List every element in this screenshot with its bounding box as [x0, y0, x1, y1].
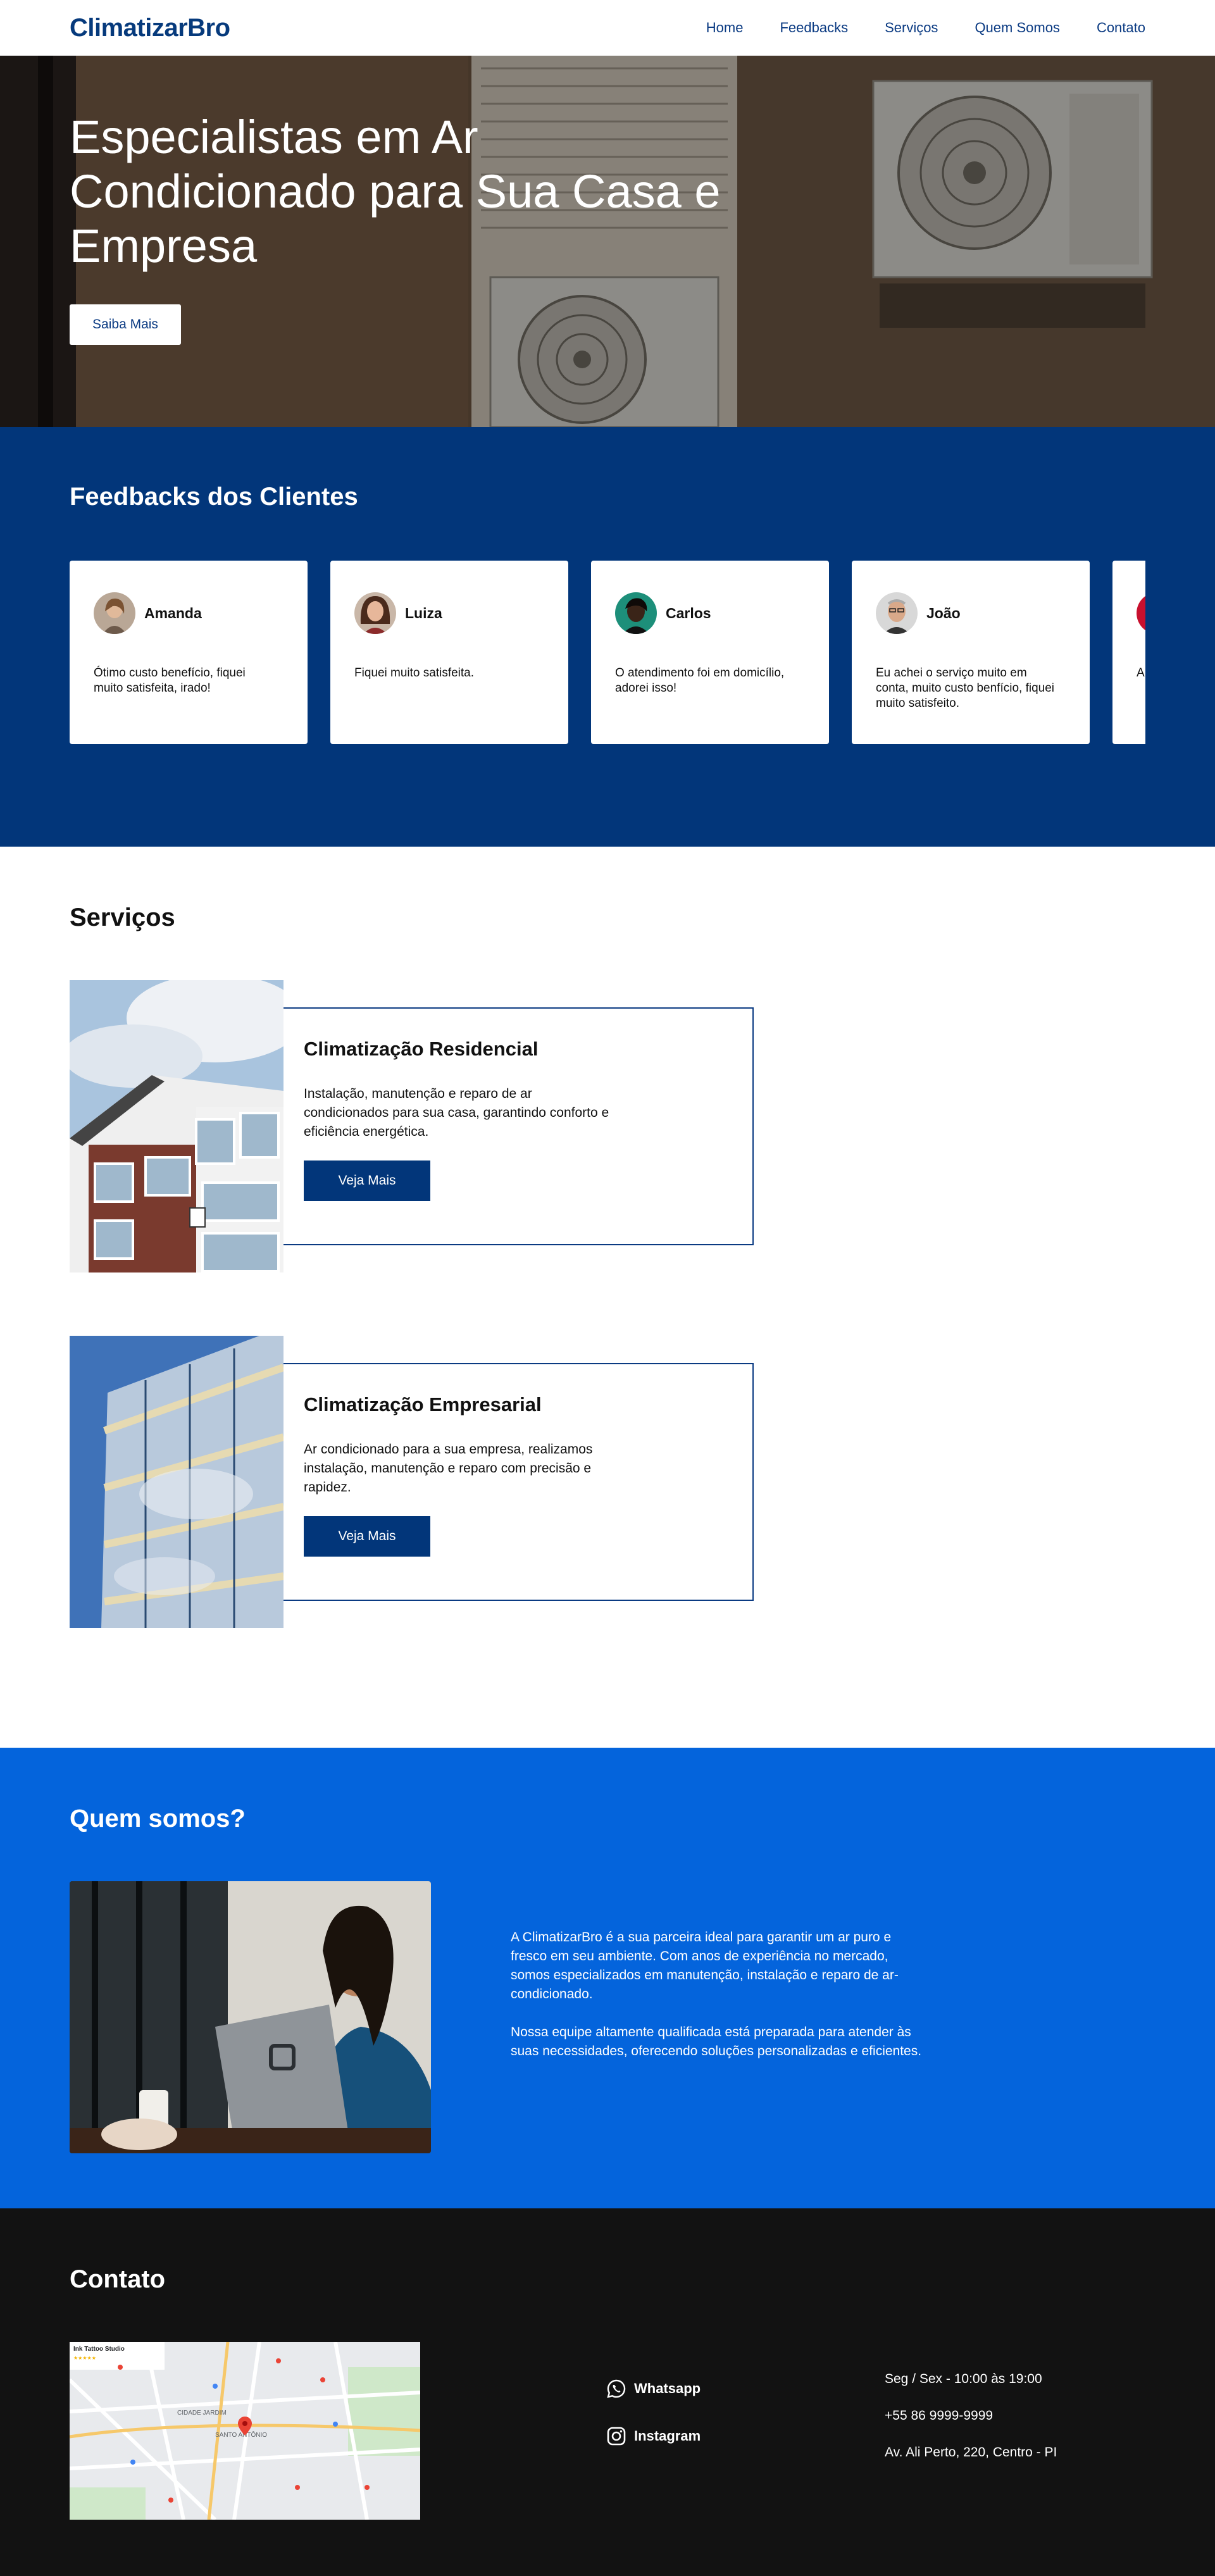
feedback-name: Carlos — [666, 604, 711, 621]
feedback-card: Carlos O atendimento foi em domicílio, a… — [591, 561, 829, 744]
map-district-label: SANTO ANTÔNIO — [215, 2430, 267, 2439]
nav-servicos[interactable]: Serviços — [885, 20, 938, 36]
whatsapp-icon — [607, 2379, 626, 2398]
feedback-card: João Eu achei o serviço muito em conta, … — [852, 561, 1090, 744]
contact-info: Seg / Sex - 10:00 às 19:00 +55 86 9999-9… — [885, 2372, 1057, 2482]
about-paragraph: A ClimatizarBro é a sua parceira ideal p… — [511, 1930, 899, 2001]
avatar — [876, 592, 918, 634]
feedback-text: Eu achei o serviço muito em conta, muito… — [876, 666, 1054, 710]
about-section: Quem somos? A ClimatizarBro é a sua parc… — [0, 1748, 1215, 2208]
feedback-name: Luiza — [405, 604, 442, 621]
residential-image — [70, 980, 284, 1272]
instagram-label: Instagram — [634, 2428, 701, 2444]
business-title: Climatização Empresarial — [304, 1393, 542, 1416]
feedbacks-title: Feedbacks dos Clientes — [70, 483, 358, 511]
business-veja-mais-button[interactable]: Veja Mais — [304, 1516, 430, 1557]
residential-title: Climatização Residencial — [304, 1038, 539, 1060]
map-district-label: CIDADE JARDIM — [177, 2410, 227, 2417]
phone-number: +55 86 9999-9999 — [885, 2408, 994, 2423]
feedback-carousel[interactable]: Amanda Ótimo custo benefício, fiquei mui… — [70, 561, 1145, 744]
main-nav: Home Feedbacks Serviços Quem Somos Conta… — [706, 20, 1145, 36]
instagram-icon — [607, 2427, 626, 2446]
map-place-label: Ink Tattoo Studio — [73, 2346, 125, 2353]
avatar — [615, 592, 657, 634]
nav-home[interactable]: Home — [706, 20, 744, 36]
feedback-text: Fiquei muito satisfeita. — [354, 666, 475, 680]
services-title: Serviços — [70, 904, 175, 931]
residential-text: Instalação, manutenção e reparo de ar co… — [304, 1086, 609, 1139]
avatar — [1137, 592, 1145, 634]
logo[interactable]: ClimatizarBro — [70, 14, 230, 42]
avatar — [94, 592, 135, 634]
contact-title: Contato — [70, 2265, 166, 2293]
location-map[interactable]: Ink Tattoo Studio ★★★★★ SANTO ANTÔNIO CI… — [70, 2342, 420, 2520]
residential-veja-mais-button[interactable]: Veja Mais — [304, 1160, 430, 1201]
about-text: A ClimatizarBro é a sua parceira ideal p… — [511, 1928, 928, 2061]
address: Av. Ali Perto, 220, Centro - PI — [885, 2445, 1057, 2460]
business-image — [70, 1336, 284, 1628]
residential-card: Climatização Residencial Instalação, man… — [284, 1007, 754, 1245]
feedback-name: João — [926, 604, 961, 621]
feedback-card: A — [1112, 561, 1145, 744]
whatsapp-label: Whatsapp — [634, 2380, 701, 2396]
contact-section: Contato Ink Tattoo Studio ★★★★★ SANTO AN… — [0, 2208, 1215, 2576]
services-section: Serviços Climatização Residencial Instal… — [0, 847, 1215, 1748]
instagram-link[interactable]: Instagram — [606, 2425, 701, 2447]
about-title: Quem somos? — [70, 1805, 246, 1832]
nav-quem-somos[interactable]: Quem Somos — [975, 20, 1060, 36]
about-paragraph: Nossa equipe altamente qualificada está … — [511, 2025, 922, 2058]
feedbacks-section: Feedbacks dos Clientes Amanda Ótimo cust… — [0, 427, 1215, 847]
business-card: Climatização Empresarial Ar condicionado… — [284, 1363, 754, 1601]
feedback-text: O atendimento foi em domicílio, adorei i… — [615, 666, 785, 695]
hero-section: Especialistas em Ar Condicionado para Su… — [0, 56, 1215, 427]
whatsapp-link[interactable]: Whatsapp — [606, 2378, 701, 2399]
hero-title: Especialistas em Ar Condicionado para Su… — [70, 111, 721, 272]
saiba-mais-button[interactable]: Saiba Mais — [70, 304, 181, 345]
feedback-card: Luiza Fiquei muito satisfeita. — [330, 561, 568, 744]
business-text: Ar condicionado para a sua empresa, real… — [304, 1442, 593, 1495]
site-header: ClimatizarBro Home Feedbacks Serviços Qu… — [0, 0, 1215, 56]
nav-contato[interactable]: Contato — [1097, 20, 1145, 36]
nav-feedbacks[interactable]: Feedbacks — [780, 20, 848, 36]
svg-text:★★★★★: ★★★★★ — [73, 2355, 96, 2361]
feedback-text: A — [1137, 666, 1145, 680]
about-image — [70, 1881, 431, 2153]
social-links: Whatsapp Instagram — [606, 2378, 701, 2473]
feedback-name: Amanda — [144, 604, 202, 621]
feedback-text: Ótimo custo benefício, fiquei muito sati… — [94, 666, 246, 695]
avatar — [354, 592, 396, 634]
feedback-card: Amanda Ótimo custo benefício, fiquei mui… — [70, 561, 308, 744]
opening-hours: Seg / Sex - 10:00 às 19:00 — [885, 2372, 1042, 2386]
